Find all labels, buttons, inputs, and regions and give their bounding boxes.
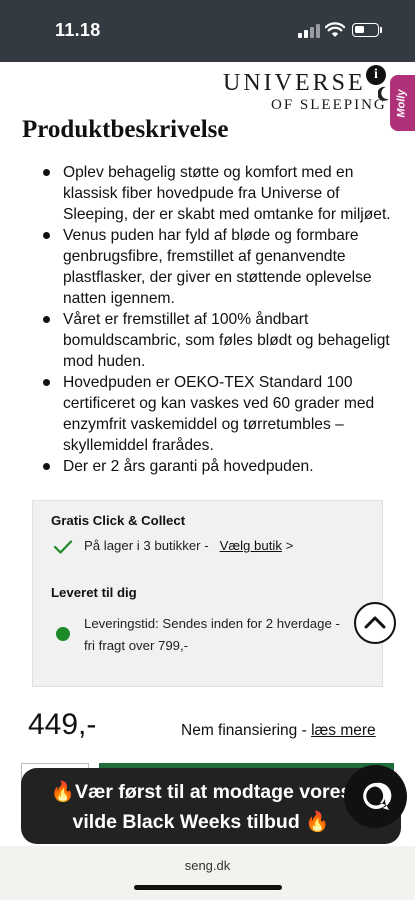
check-icon xyxy=(53,540,73,554)
chat-button[interactable] xyxy=(344,765,407,828)
stock-status: På lager i 3 butikker - Vælg butik > xyxy=(84,538,294,553)
list-item: Der er 2 års garanti på hovedpuden. xyxy=(40,456,400,477)
list-item: Venus puden har fyld af bløde og formbar… xyxy=(40,225,400,309)
wifi-icon xyxy=(325,22,345,37)
scroll-to-top-button[interactable] xyxy=(354,602,396,644)
promo-line2: vilde Black Weeks tilbud 🔥 xyxy=(72,811,330,833)
delivery-info-box: Gratis Click & Collect På lager i 3 buti… xyxy=(32,500,383,687)
read-more-link[interactable]: læs mere xyxy=(311,722,376,739)
description-list: Oplev behagelig støtte og komfort med en… xyxy=(40,162,400,477)
browser-url-bar[interactable]: seng.dk xyxy=(0,846,415,900)
section-title: Produktbeskrivelse xyxy=(22,116,229,143)
moon-icon xyxy=(378,86,389,101)
promo-banner[interactable]: 🔥Vær først til at modtage vores vilde Bl… xyxy=(21,768,401,844)
home-delivery-title: Leveret til dig xyxy=(51,585,137,600)
financing-info: Nem finansiering - læs mere xyxy=(181,722,376,739)
status-time: 11.18 xyxy=(55,20,101,40)
chat-assistant-label: Molly xyxy=(395,89,408,118)
product-price: 449,- xyxy=(28,708,97,741)
logo-text-line2: OF SLEEPING xyxy=(271,97,387,113)
free-shipping-text: fri fragt over 799,- xyxy=(84,638,189,653)
promo-line1: 🔥Vær først til at modtage vores xyxy=(50,781,352,803)
chat-assistant-tab[interactable]: Molly xyxy=(390,75,415,131)
status-bar: 11.18 xyxy=(0,0,415,62)
logo-text-line1: UNIVERSE xyxy=(223,70,366,96)
info-icon[interactable]: i xyxy=(366,65,386,85)
chevron-right-icon: > xyxy=(285,538,294,553)
home-indicator[interactable] xyxy=(134,885,282,890)
delivery-status-dot xyxy=(56,627,70,641)
chevron-up-icon xyxy=(364,616,386,629)
brand-logo[interactable]: UNIVERSE OF SLEEPING xyxy=(223,70,387,114)
chat-bubble-icon xyxy=(363,782,392,810)
list-item: Oplev behagelig støtte og komfort med en… xyxy=(40,162,400,225)
click-collect-title: Gratis Click & Collect xyxy=(51,513,186,528)
choose-store-link[interactable]: Vælg butik xyxy=(220,538,282,553)
list-item: Hovedpuden er OEKO-TEX Standard 100 cert… xyxy=(40,372,400,456)
battery-icon xyxy=(352,23,379,37)
signal-icon xyxy=(298,24,320,38)
delivery-time-text: Leveringstid: Sendes inden for 2 hverdag… xyxy=(84,616,340,631)
url-text: seng.dk xyxy=(184,858,231,873)
list-item: Våret er fremstillet af 100% åndbart bom… xyxy=(40,309,400,372)
